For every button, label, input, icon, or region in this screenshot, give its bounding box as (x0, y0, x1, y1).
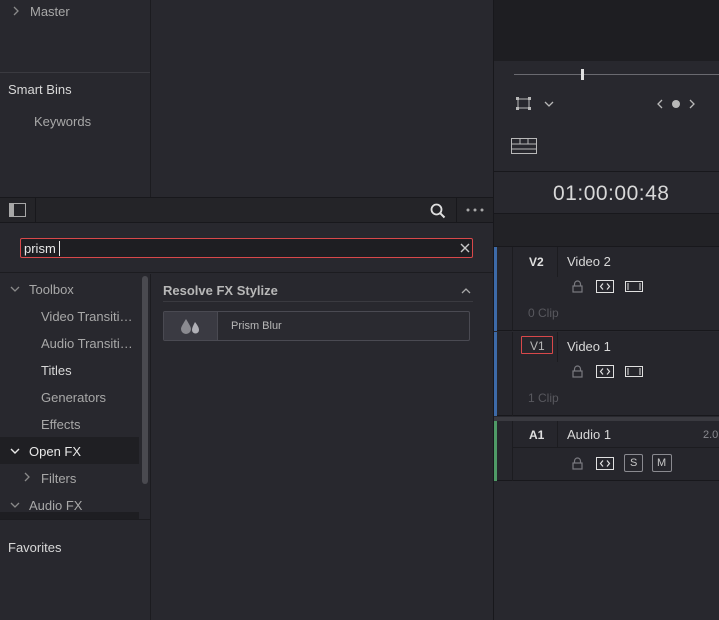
smart-bin-keywords[interactable]: Keywords (34, 114, 91, 129)
panel-toggle-icon[interactable] (9, 203, 26, 217)
track-name-label[interactable]: Audio 1 (567, 427, 611, 442)
track-header-divider (557, 247, 558, 277)
clip-browser-area (151, 0, 493, 197)
effect-item-prism-blur[interactable]: Prism Blur (163, 311, 470, 341)
tree-item-video-transitions[interactable]: Video Transiti… (41, 309, 133, 324)
group-underline (163, 301, 473, 302)
tree-item-filters[interactable]: Filters (0, 467, 139, 489)
track-id-label[interactable]: A1 (529, 428, 544, 442)
chevron-down-icon (10, 502, 20, 508)
chevron-down-icon[interactable] (544, 101, 554, 108)
search-icon[interactable] (430, 203, 446, 219)
timecode-bar: 01:00:00:48 (494, 171, 719, 213)
tree-item-audio-fx-label: Audio FX (29, 498, 83, 513)
effects-tree: Toolbox Video Transiti… Audio Transiti… … (0, 274, 150, 519)
jog-track[interactable] (514, 74, 719, 75)
audio-channels-label: 2.0 (703, 429, 719, 441)
timeline-view-options-icon[interactable] (511, 138, 537, 154)
marker-dot-icon[interactable] (671, 99, 681, 109)
bin-master[interactable]: Master (8, 3, 148, 21)
track-color-strip (494, 421, 497, 481)
track-v2-header: V2 Video 2 0 Clip (494, 247, 719, 331)
smart-bins-heading: Smart Bins (8, 82, 72, 97)
tree-item-open-fx-label: Open FX (29, 444, 82, 459)
timecode-display[interactable]: 01:00:00:48 (553, 182, 669, 206)
timeline-empty-area (494, 482, 719, 620)
text-cursor (59, 241, 60, 256)
track-header-divider (512, 332, 513, 416)
track-id-label[interactable]: V2 (529, 255, 544, 269)
effects-toolbar (0, 197, 493, 223)
tree-item-toolbox[interactable]: Toolbox (0, 278, 139, 300)
effect-thumbnail (164, 312, 217, 340)
track-header-divider (512, 421, 513, 481)
tree-item-generators[interactable]: Generators (41, 390, 106, 405)
tree-item-audio-transitions[interactable]: Audio Transiti… (41, 336, 133, 351)
more-options-icon[interactable] (466, 208, 484, 212)
tree-item-filters-label: Filters (41, 471, 77, 486)
tree-fade-bottom (0, 512, 139, 519)
bin-list-panel: Master Smart Bins Keywords (0, 0, 150, 197)
track-id-label[interactable]: V1 (530, 339, 545, 353)
tree-item-toolbox-label: Toolbox (29, 282, 74, 297)
auto-select-icon[interactable] (596, 365, 614, 378)
disable-video-track-icon[interactable] (625, 366, 643, 377)
toolbar-separator-right (456, 198, 457, 222)
solo-button-label: S (630, 457, 638, 469)
lock-icon[interactable] (572, 457, 583, 470)
chevron-down-icon (10, 448, 20, 454)
jog-handle[interactable] (581, 69, 584, 80)
next-marker-icon[interactable] (689, 99, 696, 109)
search-row: prism (0, 223, 493, 273)
effect-item-label: Prism Blur (231, 320, 282, 332)
previous-marker-icon[interactable] (656, 99, 663, 109)
track-header-divider (512, 447, 719, 448)
timeline-ruler (494, 213, 719, 247)
bin-master-label: Master (30, 4, 70, 19)
search-field[interactable]: prism (20, 238, 473, 258)
track-clip-count: 0 Clip (528, 306, 559, 320)
favorites-heading[interactable]: Favorites (8, 540, 61, 555)
mute-button-label: M (657, 457, 667, 469)
disable-video-track-icon[interactable] (625, 281, 643, 292)
effects-results: Resolve FX Stylize Prism Blur (151, 274, 493, 620)
results-group-title: Resolve FX Stylize (163, 283, 278, 298)
track-name-label[interactable]: Video 2 (567, 254, 611, 269)
search-input[interactable]: prism (24, 241, 56, 256)
track-color-strip (494, 332, 497, 416)
lock-icon[interactable] (572, 280, 583, 293)
chevron-right-icon (24, 472, 30, 482)
solo-button[interactable]: S (624, 454, 643, 472)
tree-item-open-fx[interactable]: Open FX (0, 437, 139, 464)
lock-icon[interactable] (572, 365, 583, 378)
chevron-right-icon (13, 6, 19, 16)
openfx-drops-icon (181, 319, 199, 334)
viewer-image-area (494, 0, 719, 61)
tree-item-titles[interactable]: Titles (41, 363, 72, 378)
favorites-section: Favorites (0, 520, 150, 620)
track-header-divider (512, 247, 513, 331)
transform-overlay-icon[interactable] (516, 97, 531, 110)
track-clip-count: 1 Clip (528, 391, 559, 405)
track-v1-header: V1 Video 1 1 Clip (494, 332, 719, 416)
tree-item-effects[interactable]: Effects (41, 417, 81, 432)
chevron-down-icon (10, 286, 20, 292)
track-a1-header: A1 Audio 1 2.0 S M (494, 421, 719, 481)
track-name-label[interactable]: Video 1 (567, 339, 611, 354)
mute-button[interactable]: M (652, 454, 672, 472)
collapse-group-icon[interactable] (461, 287, 471, 294)
auto-select-icon[interactable] (596, 280, 614, 293)
viewer-controls (494, 61, 719, 171)
thumbnail-divider (217, 312, 218, 340)
track-header-divider (557, 421, 558, 447)
tree-scrollbar[interactable] (142, 276, 148, 484)
toolbar-separator (35, 198, 36, 222)
divider (0, 72, 150, 73)
auto-select-icon[interactable] (596, 457, 614, 470)
clear-search-icon[interactable] (460, 243, 470, 253)
track-color-strip (494, 247, 497, 331)
track-header-divider (557, 332, 558, 362)
